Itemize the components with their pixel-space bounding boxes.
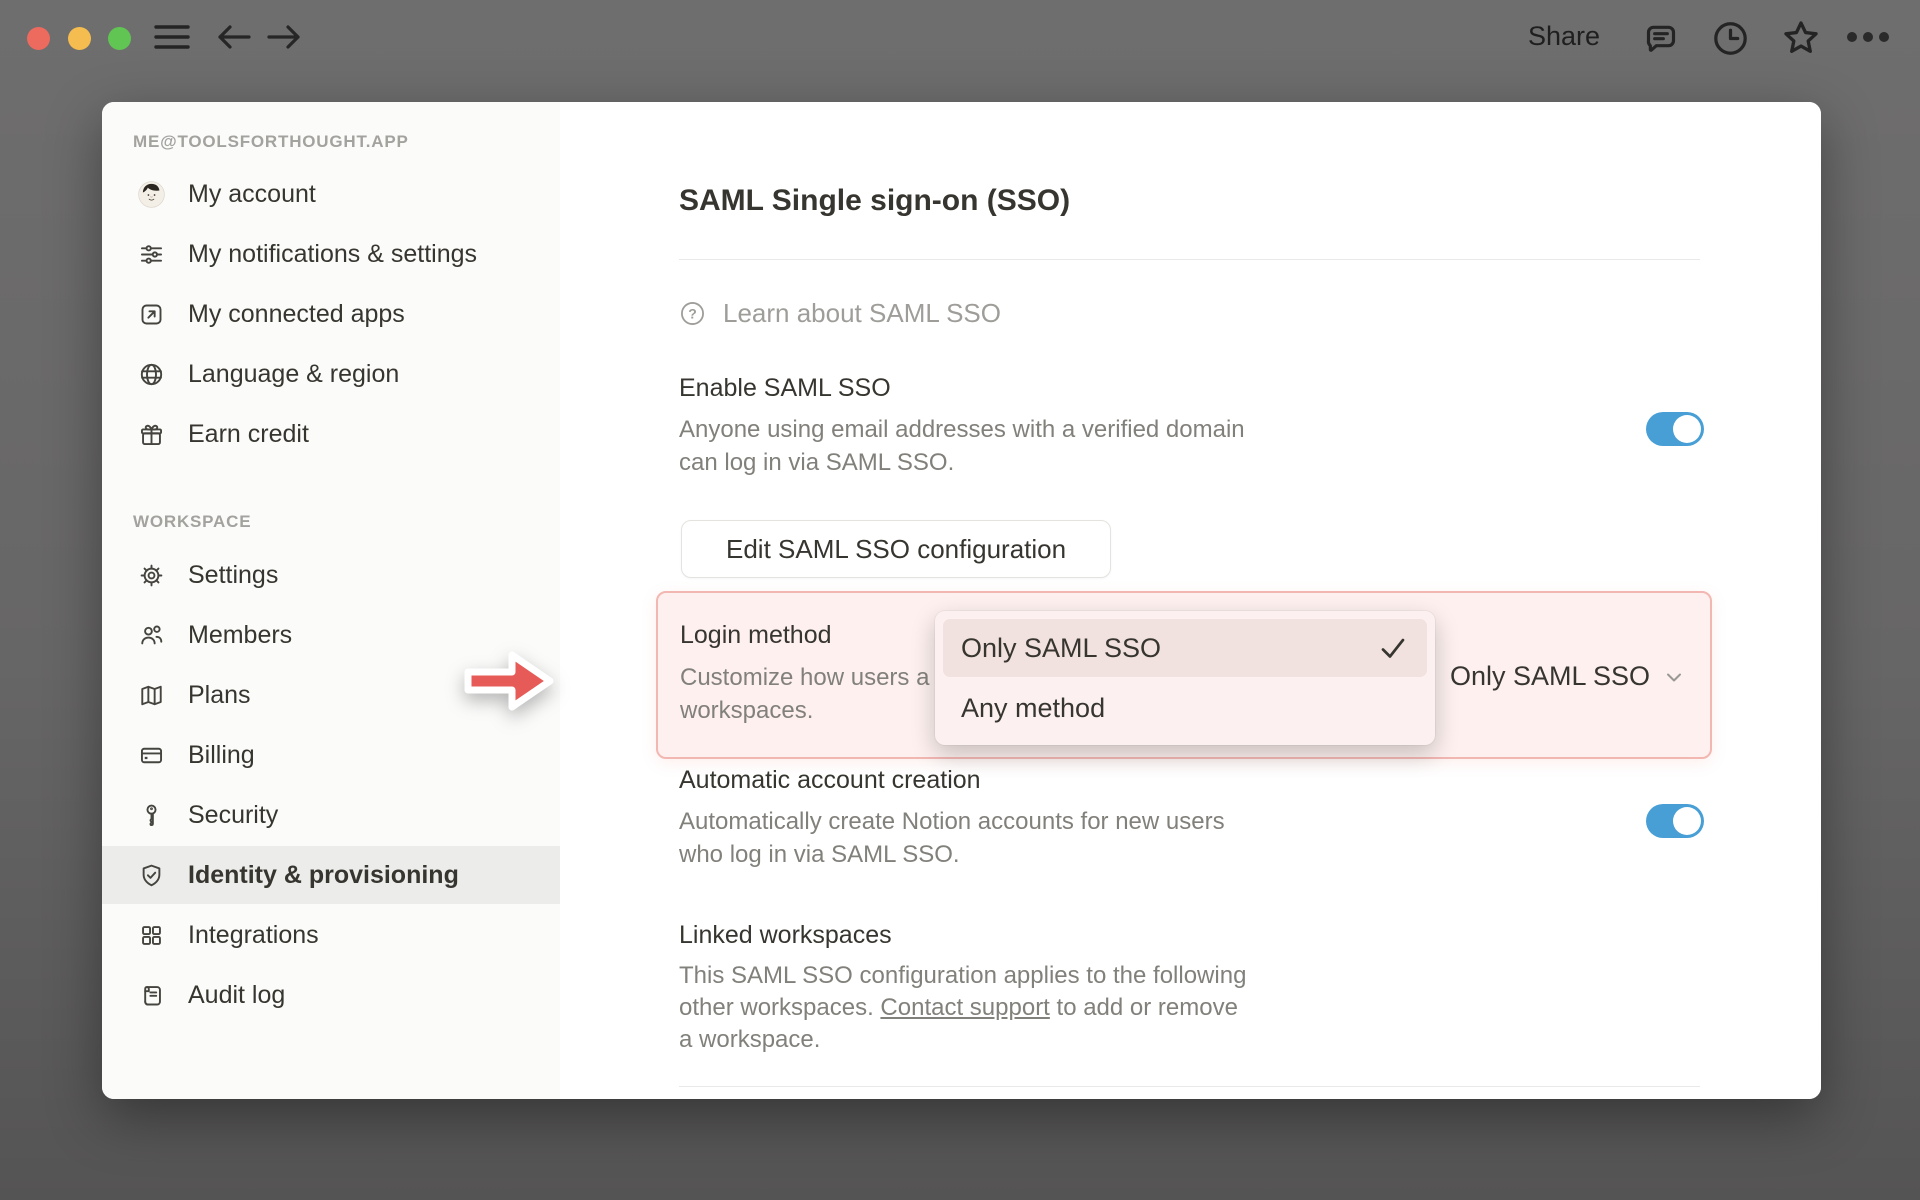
sliders-icon bbox=[138, 241, 165, 268]
shield-check-icon bbox=[138, 862, 165, 889]
credit-card-icon bbox=[138, 742, 165, 769]
auto-account-title: Automatic account creation bbox=[679, 766, 981, 794]
sidebar-item-label: My connected apps bbox=[188, 299, 405, 328]
zoom-window-button[interactable] bbox=[108, 27, 131, 50]
learn-about-saml-link[interactable]: ? Learn about SAML SSO bbox=[679, 298, 1001, 329]
sidebar-item-connected-apps[interactable]: My connected apps bbox=[102, 285, 560, 343]
grid-icon bbox=[138, 922, 165, 949]
linked-workspaces-title: Linked workspaces bbox=[679, 921, 892, 949]
star-icon[interactable] bbox=[1780, 17, 1822, 64]
contact-support-link[interactable]: Contact support bbox=[880, 994, 1049, 1021]
saml-settings-panel: SAML Single sign-on (SSO) ? Learn about … bbox=[464, 102, 1821, 1099]
sidebar-item-label: My account bbox=[188, 179, 316, 208]
enable-saml-description: Anyone using email addresses with a veri… bbox=[679, 416, 1245, 476]
sidebar-item-audit-log[interactable]: Audit log bbox=[102, 966, 560, 1024]
sidebar-item-label: Plans bbox=[188, 680, 251, 709]
sidebar-item-identity-provisioning[interactable]: Identity & provisioning bbox=[102, 846, 560, 904]
sidebar-item-language-region[interactable]: Language & region bbox=[102, 345, 560, 403]
share-button[interactable]: Share bbox=[1528, 21, 1600, 52]
sidebar-item-label: Billing bbox=[188, 740, 255, 769]
sidebar-item-label: Members bbox=[188, 620, 293, 649]
login-method-title: Login method bbox=[680, 621, 832, 649]
red-annotation-arrow bbox=[464, 651, 554, 711]
scroll-icon bbox=[138, 982, 165, 1009]
auto-account-toggle[interactable] bbox=[1646, 804, 1704, 838]
sidebar-item-label: Integrations bbox=[188, 920, 319, 949]
svg-text:?: ? bbox=[688, 305, 697, 321]
map-icon bbox=[138, 682, 165, 709]
sidebar-item-earn-credit[interactable]: Earn credit bbox=[102, 405, 560, 463]
sidebar-item-label: Audit log bbox=[188, 980, 286, 1009]
minimize-window-button[interactable] bbox=[68, 27, 91, 50]
back-arrow-icon[interactable] bbox=[216, 23, 252, 56]
divider bbox=[679, 1086, 1700, 1087]
avatar bbox=[138, 180, 165, 208]
gift-icon bbox=[138, 421, 165, 448]
sidebar-item-label: Earn credit bbox=[188, 419, 309, 448]
sidebar-item-label: Settings bbox=[188, 560, 279, 589]
enable-saml-toggle[interactable] bbox=[1646, 412, 1704, 446]
globe-icon bbox=[138, 361, 165, 388]
dropdown-option-any-method[interactable]: Any method bbox=[943, 679, 1427, 737]
sidebar-item-billing[interactable]: Billing bbox=[102, 726, 560, 784]
close-window-button[interactable] bbox=[27, 27, 50, 50]
divider bbox=[679, 259, 1700, 260]
sidebar-item-security[interactable]: Security bbox=[102, 786, 560, 844]
sidebar-item-label: My notifications & settings bbox=[188, 239, 478, 268]
toggle-knob bbox=[1673, 807, 1701, 835]
sidebar-item-my-account[interactable]: My account bbox=[102, 165, 560, 223]
question-circle-icon: ? bbox=[681, 302, 704, 325]
sidebar-item-label: Security bbox=[188, 800, 279, 829]
check-icon bbox=[1381, 638, 1405, 658]
sidebar-item-settings[interactable]: Settings bbox=[102, 546, 560, 604]
login-method-select[interactable]: Only SAML SSO bbox=[1450, 661, 1686, 692]
clock-icon[interactable] bbox=[1710, 18, 1751, 64]
chevron-down-icon bbox=[1667, 673, 1681, 681]
account-email-label: ME@TOOLSFORTHOUGHT.APP bbox=[133, 132, 409, 151]
forward-arrow-icon[interactable] bbox=[266, 23, 302, 56]
key-icon bbox=[138, 802, 165, 829]
settings-sidebar: ME@TOOLSFORTHOUGHT.APP My account My not… bbox=[102, 102, 560, 1099]
external-link-icon bbox=[138, 301, 165, 328]
learn-link-label: Learn about SAML SSO bbox=[723, 298, 1001, 328]
ellipsis-icon[interactable] bbox=[1845, 28, 1891, 51]
workspace-section-label: WORKSPACE bbox=[133, 512, 252, 531]
login-method-description: Customize how users a workspaces. bbox=[680, 664, 930, 724]
linked-workspaces-description: This SAML SSO configuration applies to t… bbox=[679, 962, 1247, 1053]
toggle-knob bbox=[1673, 415, 1701, 443]
gear-icon bbox=[138, 562, 165, 589]
sidebar-item-label: Language & region bbox=[188, 359, 400, 388]
members-icon bbox=[138, 622, 165, 649]
enable-saml-title: Enable SAML SSO bbox=[679, 374, 891, 402]
settings-modal: ME@TOOLSFORTHOUGHT.APP My account My not… bbox=[102, 102, 1821, 1099]
comment-icon[interactable] bbox=[1640, 19, 1682, 64]
window-chrome: Share bbox=[0, 0, 1920, 64]
sidebar-item-notifications-settings[interactable]: My notifications & settings bbox=[102, 225, 560, 283]
login-method-selected-value: Only SAML SSO bbox=[1449, 661, 1650, 691]
auto-account-description: Automatically create Notion accounts for… bbox=[679, 808, 1225, 868]
hamburger-icon[interactable] bbox=[153, 22, 191, 57]
dropdown-option-only-saml-sso[interactable]: Only SAML SSO bbox=[943, 619, 1427, 677]
page-title: SAML Single sign-on (SSO) bbox=[679, 184, 1071, 217]
edit-saml-config-button[interactable]: Edit SAML SSO configuration bbox=[681, 520, 1112, 578]
login-method-dropdown-menu: Only SAML SSO Any method bbox=[935, 611, 1435, 745]
sidebar-item-integrations[interactable]: Integrations bbox=[102, 906, 560, 964]
sidebar-item-label: Identity & provisioning bbox=[188, 860, 459, 889]
